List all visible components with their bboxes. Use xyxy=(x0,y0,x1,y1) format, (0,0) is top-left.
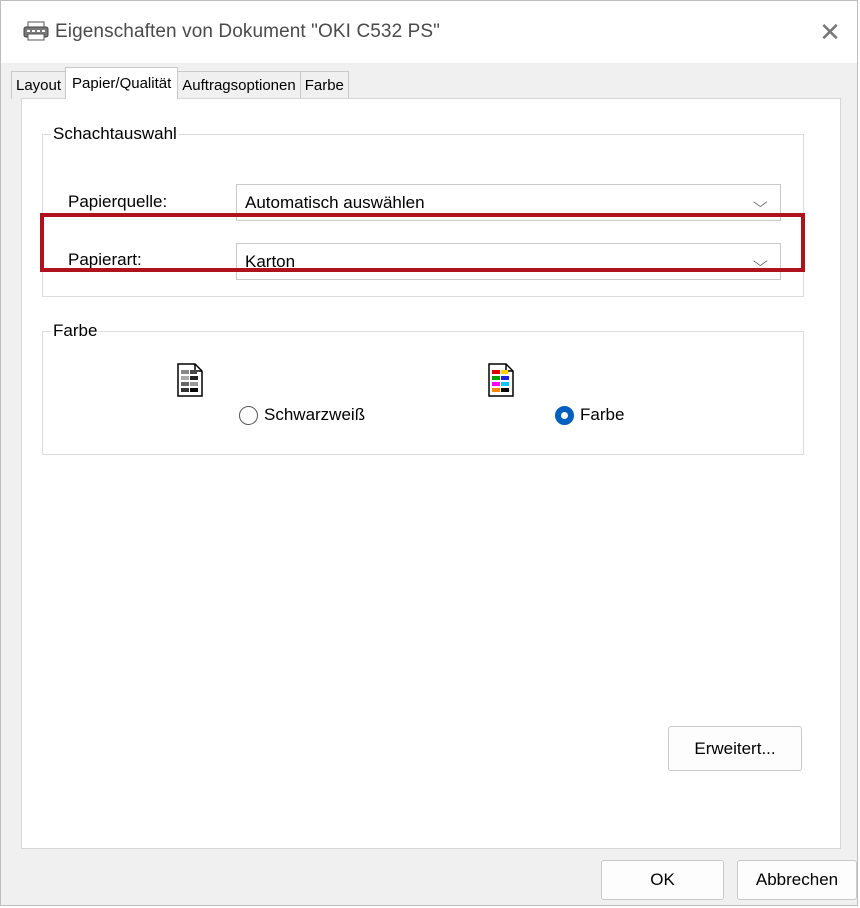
color-legend: Farbe xyxy=(53,321,98,340)
tab-job-options[interactable]: Auftragsoptionen xyxy=(177,71,301,99)
tab-layout[interactable]: Layout xyxy=(11,71,67,99)
paper-source-label: Papierquelle: xyxy=(68,192,168,211)
tab-strip: Layout Papier/Qualität Auftragsoptionen … xyxy=(11,67,349,99)
close-button[interactable]: ✕ xyxy=(803,1,857,63)
bw-document-icon xyxy=(177,363,203,402)
paper-type-select[interactable]: Karton ⌵ xyxy=(236,243,781,280)
radio-black-white[interactable]: Schwarzweiß xyxy=(239,405,365,425)
window-title: Eigenschaften von Dokument "OKI C532 PS" xyxy=(55,21,441,42)
color-document-icon xyxy=(488,363,514,402)
color-group: Farbe Schwarzweiß Farbe xyxy=(42,321,804,455)
chevron-down-icon: ⌵ xyxy=(753,194,769,210)
ok-button[interactable]: OK xyxy=(601,860,724,900)
radio-color-label: Farbe xyxy=(580,405,625,424)
close-icon: ✕ xyxy=(819,16,841,47)
dialog-footer: OK Abbrechen xyxy=(1,851,857,907)
paper-source-value: Automatisch auswählen xyxy=(245,192,425,212)
chevron-down-icon: ⌵ xyxy=(753,253,769,269)
title-bar: Eigenschaften von Dokument "OKI C532 PS"… xyxy=(1,1,857,63)
radio-button-unchecked[interactable] xyxy=(239,405,258,425)
radio-black-white-label: Schwarzweiß xyxy=(264,405,366,424)
advanced-button[interactable]: Erweitert... xyxy=(668,726,802,771)
tab-color[interactable]: Farbe xyxy=(299,71,349,99)
paper-type-label: Papierart: xyxy=(68,250,142,269)
paper-source-select[interactable]: Automatisch auswählen ⌵ xyxy=(236,184,781,221)
tray-selection-group: Schachtauswahl Papierquelle: Automatisch… xyxy=(42,124,804,297)
radio-color[interactable]: Farbe xyxy=(555,405,624,425)
tray-selection-legend: Schachtauswahl xyxy=(53,124,177,143)
printer-icon xyxy=(23,21,49,41)
properties-dialog: Eigenschaften von Dokument "OKI C532 PS"… xyxy=(0,0,858,906)
cancel-button[interactable]: Abbrechen xyxy=(737,860,857,900)
tab-paper-quality[interactable]: Papier/Qualität xyxy=(65,67,179,99)
tab-panel: Schachtauswahl Papierquelle: Automatisch… xyxy=(21,98,841,849)
paper-type-value: Karton xyxy=(245,251,296,271)
radio-button-checked[interactable] xyxy=(555,405,574,425)
